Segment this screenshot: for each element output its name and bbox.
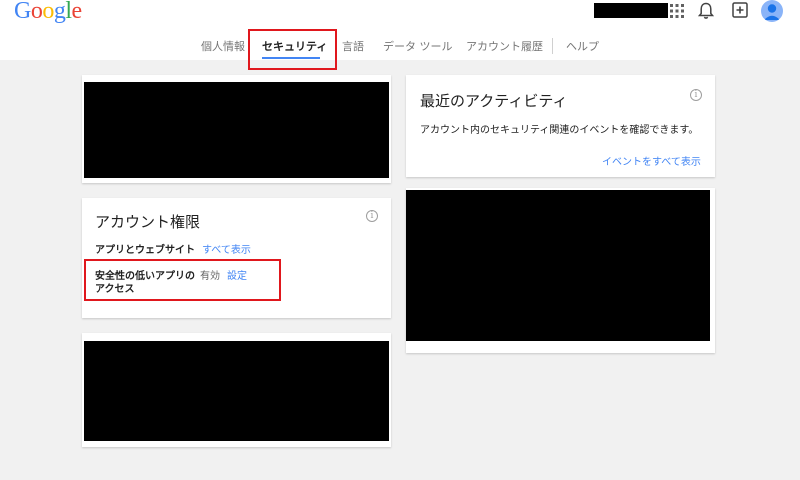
tab-divider bbox=[552, 38, 553, 54]
logo-letter: o bbox=[42, 0, 54, 24]
show-all-events-link[interactable]: イベントをすべて表示 bbox=[602, 153, 701, 168]
logo-letter: e bbox=[71, 0, 83, 24]
add-post-icon[interactable] bbox=[732, 2, 748, 18]
recent-activity-title: 最近のアクティビティ bbox=[420, 92, 568, 110]
account-avatar-icon[interactable] bbox=[761, 0, 783, 22]
account-permissions-title: アカウント権限 bbox=[95, 213, 201, 231]
logo-letter: g bbox=[53, 0, 66, 24]
recent-activity-description: アカウント内のセキュリティ関連のイベントを確認できます。 bbox=[420, 125, 699, 136]
tab-help[interactable]: ヘルプ bbox=[566, 38, 599, 54]
nav-tabs: 個人情報 セキュリティ 言語 データ ツール アカウント履歴 ヘルプ bbox=[0, 36, 800, 60]
security-tab-highlight bbox=[248, 29, 337, 70]
info-icon[interactable]: i bbox=[690, 89, 702, 101]
notifications-bell-icon[interactable] bbox=[698, 2, 714, 20]
less-secure-apps-highlight bbox=[84, 259, 281, 301]
apps-show-all-link[interactable]: すべて表示 bbox=[202, 241, 251, 256]
logo-letter: o bbox=[30, 0, 43, 24]
tab-personal-info[interactable]: 個人情報 bbox=[201, 38, 245, 54]
redacted-content bbox=[84, 341, 389, 441]
redacted-account-name bbox=[594, 3, 668, 18]
apps-and-websites-label: アプリとウェブサイト bbox=[95, 245, 195, 256]
redacted-card-bottom bbox=[82, 333, 391, 447]
tab-language[interactable]: 言語 bbox=[342, 38, 364, 54]
google-logo[interactable]: Google bbox=[14, 0, 82, 25]
redacted-card-top bbox=[82, 75, 391, 183]
recent-activity-card: 最近のアクティビティ i アカウント内のセキュリティ関連のイベントを確認できます… bbox=[406, 75, 715, 177]
redacted-content bbox=[406, 190, 710, 341]
info-icon[interactable]: i bbox=[366, 210, 378, 222]
redacted-card-right bbox=[406, 188, 715, 353]
tab-data-tools[interactable]: データ ツール bbox=[383, 38, 453, 54]
apps-grid-icon[interactable] bbox=[670, 4, 684, 18]
top-bar: Google 個人情報 セキュリティ 言語 データ ツール アカウント履歴 ヘル… bbox=[0, 0, 800, 60]
redacted-content bbox=[84, 82, 389, 178]
tab-account-history[interactable]: アカウント履歴 bbox=[466, 38, 543, 54]
logo-letter: G bbox=[14, 0, 31, 24]
